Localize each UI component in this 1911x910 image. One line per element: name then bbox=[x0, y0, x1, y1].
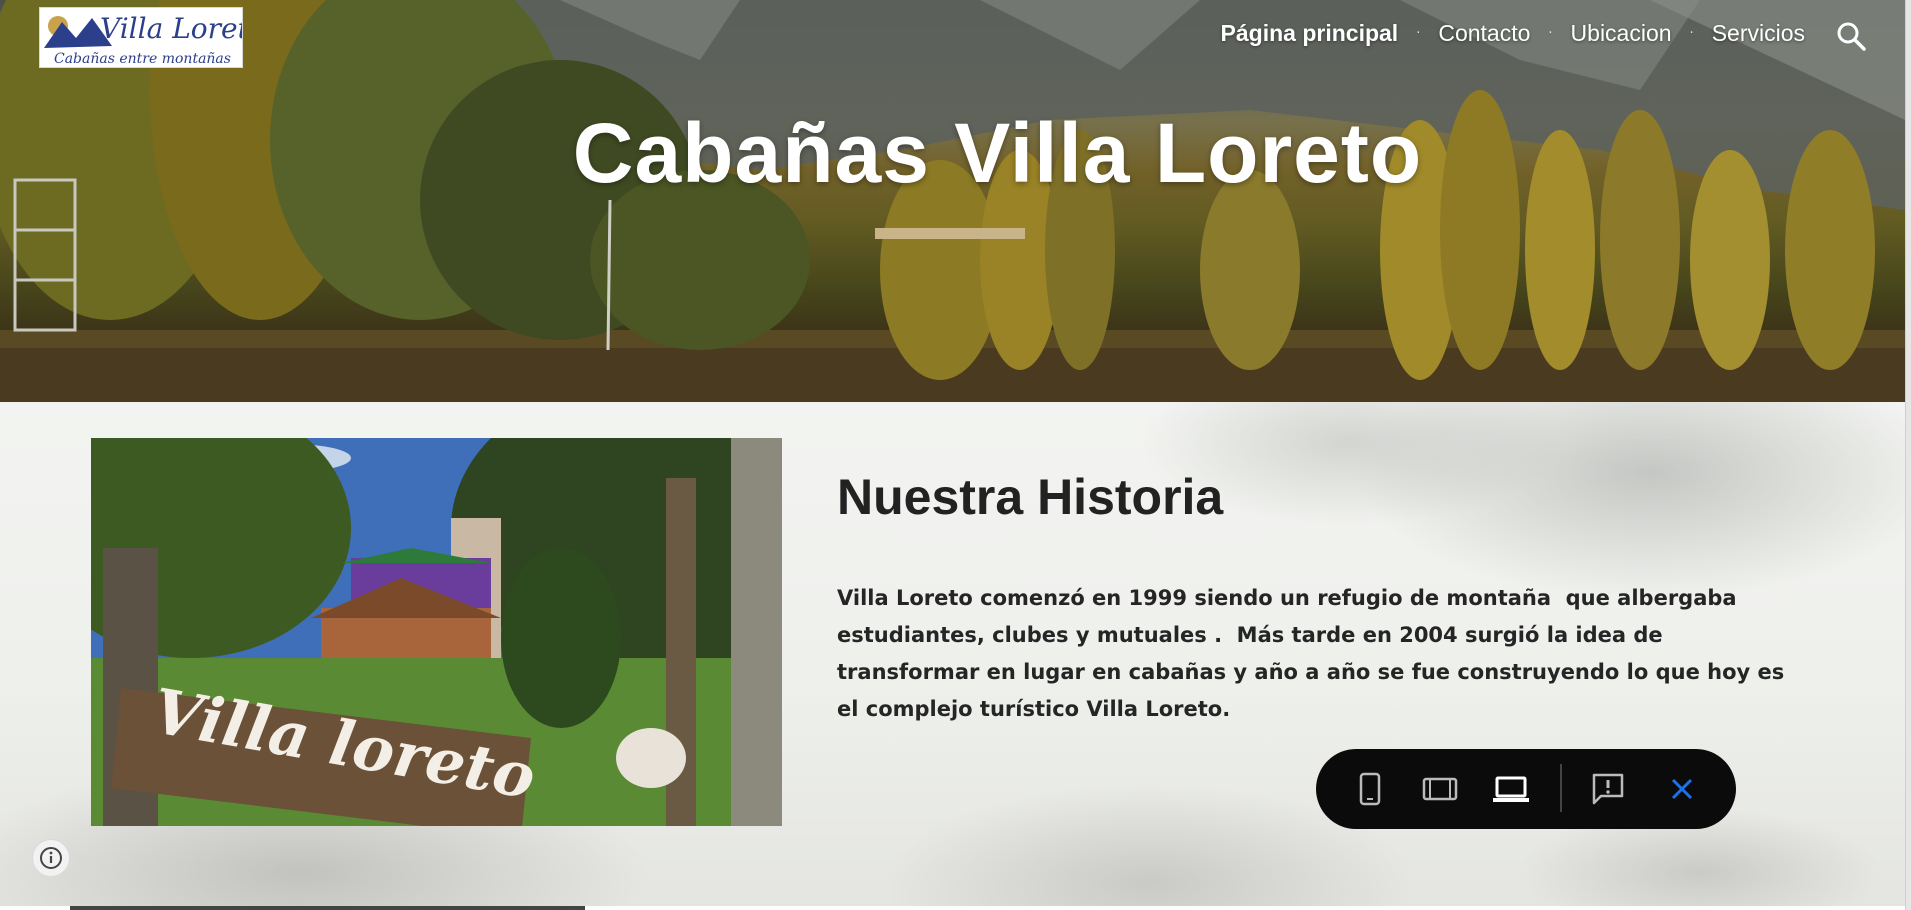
tablet-icon[interactable] bbox=[1420, 769, 1460, 809]
section-body: Villa Loreto comenzó en 1999 siendo un r… bbox=[837, 586, 1792, 721]
section-title: Nuestra Historia bbox=[837, 469, 1224, 525]
villa-loreto-photo: Villa loreto bbox=[91, 438, 782, 826]
toolbar-divider bbox=[1560, 764, 1562, 812]
laptop-icon[interactable] bbox=[1491, 769, 1531, 809]
preview-toolbar bbox=[1316, 749, 1736, 829]
nav-item-contacto[interactable]: Contacto bbox=[1438, 20, 1530, 47]
nav-item-servicios[interactable]: Servicios bbox=[1712, 20, 1805, 47]
vertical-scrollbar[interactable] bbox=[1905, 0, 1911, 910]
bottom-scrollbar[interactable] bbox=[0, 906, 1911, 910]
nav-separator: · bbox=[1416, 26, 1421, 41]
nav-item-pagina-principal[interactable]: Página principal bbox=[1221, 20, 1399, 47]
main-nav: Página principal · Contacto · Ubicacion … bbox=[1221, 20, 1805, 47]
logo-text: Villa Loreto bbox=[100, 12, 243, 45]
page-title: Cabañas Villa Loreto bbox=[572, 106, 1423, 200]
logo-graphic: Villa Loreto Cabañas entre montañas bbox=[44, 12, 243, 67]
report-icon[interactable] bbox=[1588, 769, 1628, 809]
photo-graphic: Villa loreto bbox=[91, 438, 782, 826]
nav-separator: · bbox=[1548, 26, 1553, 41]
hero-banner: Villa Loreto Cabañas entre montañas Pági… bbox=[0, 0, 1905, 402]
close-icon[interactable] bbox=[1662, 769, 1702, 809]
nav-separator: · bbox=[1689, 26, 1694, 41]
info-icon[interactable] bbox=[32, 839, 70, 877]
search-icon[interactable] bbox=[1835, 20, 1867, 52]
logo-tagline: Cabañas entre montañas bbox=[54, 51, 231, 67]
title-accent-rule bbox=[875, 228, 1025, 239]
nav-item-ubicacion[interactable]: Ubicacion bbox=[1571, 20, 1672, 47]
site-logo[interactable]: Villa Loreto Cabañas entre montañas bbox=[39, 7, 243, 68]
phone-icon[interactable] bbox=[1350, 769, 1390, 809]
scrollbar-thumb[interactable] bbox=[70, 906, 585, 910]
